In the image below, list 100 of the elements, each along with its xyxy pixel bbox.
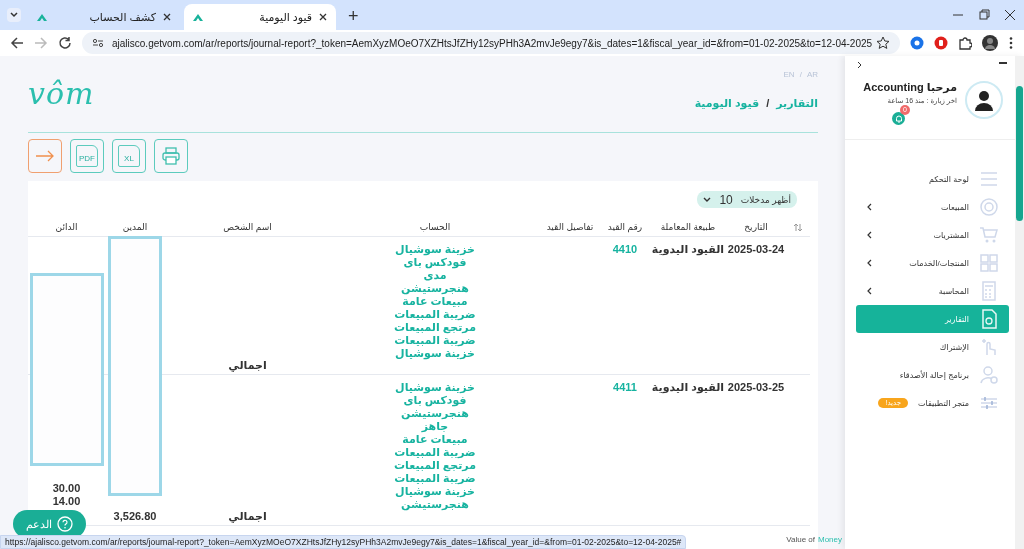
amount-cell: 3,526.80	[113, 510, 157, 523]
user-icon	[979, 365, 999, 385]
address-bar[interactable]: ajalisco.getvom.com/ar/reports/journal-report?_token=AemXyzMOeO7XZHtsJfZHy12syPHh3A2mvJe9egy7&is_dates=1&fiscal_year_id=&from=01-02-2025&to=12-04-2025	[82, 32, 900, 54]
column-header[interactable]: اسم الشخص	[165, 218, 330, 237]
puzzle-icon[interactable]	[958, 36, 972, 50]
nav-item[interactable]: المنتجات/الخدمات	[856, 249, 1009, 277]
nav-item[interactable]: المحاسبة	[856, 277, 1009, 305]
bell-icon	[894, 114, 903, 123]
collapse-icon[interactable]	[857, 61, 863, 69]
account-link[interactable]: هنجرستيشن	[401, 407, 469, 420]
back-icon[interactable]	[10, 36, 24, 50]
account-link[interactable]: ضريبة المبيعات	[394, 472, 476, 485]
help-icon	[57, 516, 73, 532]
site-icon	[36, 12, 48, 22]
nav-item[interactable]: الإشتراك	[856, 333, 1009, 361]
chevron-down-icon	[703, 196, 712, 203]
breadcrumb-link[interactable]: قيود اليومية	[694, 97, 760, 110]
nav-item[interactable]: المبيعات	[856, 193, 1009, 221]
language-link[interactable]: AR	[806, 70, 818, 79]
tab-title: قيود اليومية	[258, 10, 312, 24]
breadcrumb-link[interactable]: التقارير	[776, 97, 818, 110]
total-label: اجمالي	[228, 510, 267, 523]
nav-item[interactable]: لوحة التحكم	[856, 165, 1009, 193]
column-header[interactable]: الحساب	[330, 218, 540, 237]
menu-icon[interactable]	[1008, 36, 1014, 50]
close-icon[interactable]	[318, 12, 328, 22]
account-link[interactable]: فودكس باى	[403, 256, 467, 269]
date-cell: 2025-03-24	[726, 237, 786, 375]
type-cell: القيود اليدوية	[650, 237, 726, 375]
browser-tab[interactable]: كشف الحساب	[28, 4, 180, 30]
account-link[interactable]: مدى	[423, 269, 447, 282]
account-link[interactable]: خزينة سوشيال	[395, 381, 475, 394]
profile-avatar-icon[interactable]	[982, 35, 998, 51]
account-link[interactable]: مرتجع المبيعات	[394, 321, 476, 334]
account-link[interactable]: مرتجع المبيعات	[394, 459, 476, 472]
amount-cell: 14.00	[52, 495, 81, 508]
account-link[interactable]: خزينة سوشيال	[395, 243, 475, 256]
account-link[interactable]: خزينة سوشيال	[395, 485, 475, 498]
account-link[interactable]: ضريبة المبيعات	[394, 334, 476, 347]
account-link[interactable]: هنجرستيشن	[401, 498, 469, 511]
status-bar-url: https://ajalisco.getvom.com/ar/reports/journal-report?_token=AemXyzMOeO7XZHtsJfZHy12syPHh3A2mvJe9egy7&is_dates=1&fiscal_year_id=&from=01-02-2025&to=12-04-2025#	[0, 535, 687, 549]
site-icon	[192, 12, 204, 22]
site-settings-icon[interactable]	[92, 37, 104, 49]
footer-text: Value of	[786, 535, 815, 544]
extension-icon[interactable]	[934, 36, 948, 50]
notification-button[interactable]	[892, 112, 905, 125]
excel-button[interactable]: XL	[112, 139, 146, 173]
logo: vôm	[28, 76, 95, 111]
date-cell: 2025-03-25	[726, 375, 786, 526]
arrow-icon	[35, 150, 55, 162]
account-link[interactable]: جاهز	[421, 420, 449, 433]
amount-cell: 30.00	[52, 482, 81, 495]
extension-icon[interactable]	[910, 36, 924, 50]
file-icon: XL	[118, 145, 140, 167]
browser-tab[interactable]: قيود اليومية	[184, 4, 336, 30]
cart-icon	[979, 225, 999, 245]
lines-icon	[979, 169, 999, 189]
close-icon[interactable]	[1004, 9, 1016, 21]
column-header[interactable]: تفاصيل القيد	[540, 218, 600, 237]
sort-icon[interactable]	[793, 222, 803, 232]
pdf-button[interactable]: PDF	[70, 139, 104, 173]
person-icon	[973, 89, 995, 111]
nav-item[interactable]: التقارير	[856, 305, 1009, 333]
page-size-label: أظهر مدخلات	[740, 194, 791, 205]
account-link[interactable]: مبيعات عامة	[402, 295, 468, 308]
total-label: اجمالي	[228, 359, 267, 372]
account-link[interactable]: ضريبة المبيعات	[394, 446, 476, 459]
account-link[interactable]: هنجرستيشن	[401, 282, 469, 295]
scrollbar-thumb[interactable]	[1016, 86, 1023, 221]
calculator-icon	[979, 281, 999, 301]
new-tab-button[interactable]: +	[344, 6, 363, 27]
footer-brand: Money	[818, 535, 842, 544]
column-header[interactable]: رقم القيد	[600, 218, 650, 237]
account-link[interactable]: مبيعات عامة	[402, 433, 468, 446]
column-header[interactable]: طبيعة المعاملة	[650, 218, 726, 237]
report-icon	[979, 309, 999, 329]
entry-number-link[interactable]: 4411	[600, 375, 650, 526]
account-link[interactable]: فودكس باى	[403, 394, 467, 407]
close-icon[interactable]	[162, 12, 172, 22]
tab-title: كشف الحساب	[88, 10, 156, 24]
type-cell: القيود اليدوية	[650, 375, 726, 526]
nav-item[interactable]: برنامج إحالة الأصدقاء	[856, 361, 1009, 389]
support-button[interactable]: الدعم	[13, 510, 86, 538]
grid-icon	[979, 253, 999, 273]
star-icon[interactable]	[876, 36, 890, 50]
file-icon: PDF	[76, 145, 98, 167]
nav-item[interactable]: المشتريات	[856, 221, 1009, 249]
column-header[interactable]: الدائن	[28, 218, 105, 237]
separator: /	[799, 70, 802, 79]
entry-number-link[interactable]: 4410	[600, 237, 650, 375]
account-link[interactable]: خزينة سوشيال	[395, 347, 475, 360]
tab-list-icon[interactable]	[6, 7, 22, 23]
breadcrumb-separator: /	[766, 97, 770, 110]
more-icon[interactable]	[999, 61, 1007, 65]
restore-icon[interactable]	[978, 9, 990, 21]
column-header[interactable]: التاريخ	[726, 218, 786, 237]
greeting: مرحبا Accounting	[863, 81, 957, 94]
reload-icon[interactable]	[58, 36, 72, 50]
page-size-select[interactable]: 10	[703, 192, 733, 207]
account-link[interactable]: ضريبة المبيعات	[394, 308, 476, 321]
